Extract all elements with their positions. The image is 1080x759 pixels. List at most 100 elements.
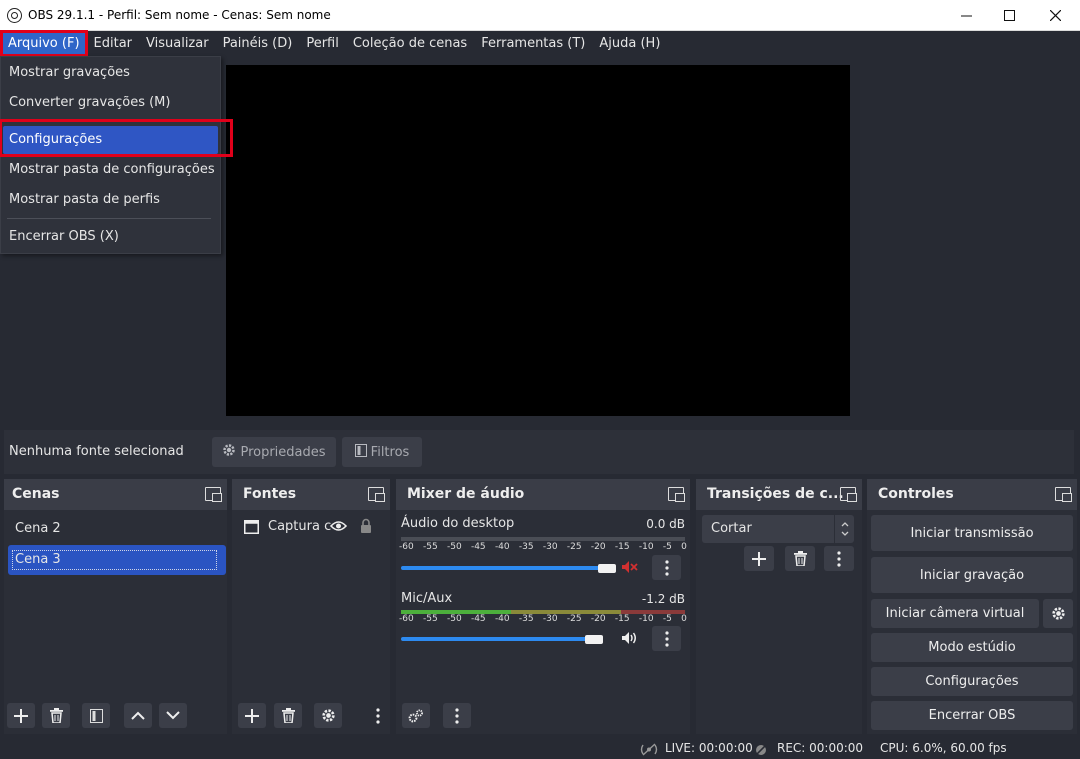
menu-bar: Arquivo (F) Editar Visualizar Painéis (D… xyxy=(0,30,1080,57)
transition-select[interactable]: Cortar xyxy=(702,515,854,543)
scene-item[interactable]: Cena 2 xyxy=(8,514,226,544)
audio-mixer-dock: Mixer de áudio Áudio do desktop 0.0 dB -… xyxy=(396,479,690,734)
virtual-camera-settings-icon[interactable] xyxy=(1043,599,1073,628)
transitions-title: Transições de c... xyxy=(707,486,844,502)
lock-icon[interactable] xyxy=(360,518,372,537)
move-down-icon[interactable] xyxy=(159,703,187,728)
menu-view[interactable]: Visualizar xyxy=(139,31,216,56)
add-source-icon[interactable] xyxy=(238,703,266,728)
menu-separator xyxy=(7,218,211,219)
title-bar: OBS 29.1.1 - Perfil: Sem nome - Cenas: S… xyxy=(0,0,1080,31)
menu-profile[interactable]: Perfil xyxy=(299,31,346,56)
volume-slider[interactable] xyxy=(401,566,609,570)
scene-label: Cena 3 xyxy=(12,550,217,570)
filter-icon xyxy=(354,443,367,461)
undock-icon[interactable] xyxy=(1055,487,1072,502)
source-label: Captura c xyxy=(268,519,332,534)
menu-show-settings-folder[interactable]: Mostrar pasta de configurações xyxy=(3,156,218,184)
properties-label: Propriedades xyxy=(240,444,326,460)
scene-label: Cena 2 xyxy=(15,521,61,536)
start-recording-button[interactable]: Iniciar gravação xyxy=(871,557,1073,593)
trash-icon[interactable] xyxy=(785,546,815,571)
start-streaming-button[interactable]: Iniciar transmissão xyxy=(871,515,1073,551)
advanced-audio-icon[interactable] xyxy=(402,703,430,728)
channel-name: Áudio do desktop xyxy=(401,516,515,531)
undock-icon[interactable] xyxy=(368,487,385,502)
volume-slider-handle[interactable] xyxy=(598,564,616,573)
preview-canvas[interactable] xyxy=(226,65,850,416)
mixer-title: Mixer de áudio xyxy=(407,486,525,502)
trash-icon[interactable] xyxy=(274,703,302,728)
trash-icon[interactable] xyxy=(42,703,70,728)
close-icon[interactable] xyxy=(1032,0,1078,31)
gear-icon[interactable] xyxy=(314,703,342,728)
volume-slider[interactable] xyxy=(401,637,595,641)
controls-title: Controles xyxy=(878,486,954,502)
window-capture-icon xyxy=(244,520,259,538)
studio-mode-button[interactable]: Modo estúdio xyxy=(871,633,1073,662)
channel-menu-icon[interactable] xyxy=(652,555,681,580)
menu-show-profile-folder[interactable]: Mostrar pasta de perfis xyxy=(3,186,218,214)
status-bar: LIVE: 00:00:00 REC: 00:00:00 CPU: 6.0%, … xyxy=(0,737,1080,759)
volume-slider-handle[interactable] xyxy=(585,635,603,644)
obs-logo-icon xyxy=(7,7,22,23)
eye-icon[interactable] xyxy=(329,520,348,536)
scene-item[interactable]: Cena 3 xyxy=(8,545,226,575)
undock-icon[interactable] xyxy=(840,487,857,502)
undock-icon[interactable] xyxy=(668,487,685,502)
scenes-dock: Cenas Cena 2 Cena 3 xyxy=(4,479,227,734)
menu-file[interactable]: Arquivo (F) xyxy=(0,30,88,57)
settings-button[interactable]: Configurações xyxy=(871,667,1073,696)
scenes-title: Cenas xyxy=(12,486,60,502)
menu-show-recordings[interactable]: Mostrar gravações xyxy=(3,59,218,87)
live-timer: LIVE: 00:00:00 xyxy=(665,741,753,755)
menu-docks[interactable]: Painéis (D) xyxy=(216,31,300,56)
add-scene-icon[interactable] xyxy=(7,703,35,728)
muted-speaker-icon[interactable] xyxy=(621,560,638,578)
sources-dock: Fontes Captura c xyxy=(232,479,390,734)
no-source-label: Nenhuma fonte selecionad xyxy=(9,444,184,459)
menu-edit[interactable]: Editar xyxy=(87,31,140,56)
source-toolbar: Nenhuma fonte selecionad Propriedades Fi… xyxy=(4,430,1074,474)
scene-filters-icon[interactable] xyxy=(82,703,110,728)
start-virtual-camera-button[interactable]: Iniciar câmera virtual xyxy=(871,599,1039,628)
menu-help[interactable]: Ajuda (H) xyxy=(592,31,667,56)
menu-scene-collection[interactable]: Coleção de cenas xyxy=(346,31,474,56)
maximize-icon[interactable] xyxy=(986,0,1032,31)
cpu-fps: CPU: 6.0%, 60.00 fps xyxy=(880,741,1007,755)
channel-name: Mic/Aux xyxy=(401,591,453,606)
speaker-icon[interactable] xyxy=(621,631,638,649)
source-item[interactable]: Captura c xyxy=(232,513,390,541)
add-transition-icon[interactable] xyxy=(744,546,774,571)
controls-dock-header: Controles xyxy=(867,479,1077,510)
stream-signal-icon xyxy=(640,741,658,759)
transitions-dock: Transições de c... Cortar xyxy=(696,479,862,734)
undock-icon[interactable] xyxy=(205,487,222,502)
volume-meter xyxy=(401,537,685,541)
mixer-menu-icon[interactable] xyxy=(443,703,471,728)
file-menu-dropdown: Mostrar gravações Converter gravações (M… xyxy=(0,56,221,254)
menu-remux-recordings[interactable]: Converter gravações (M) xyxy=(3,89,218,117)
window-title: OBS 29.1.1 - Perfil: Sem nome - Cenas: S… xyxy=(28,8,331,22)
minimize-icon[interactable] xyxy=(943,0,989,31)
transition-selected: Cortar xyxy=(711,521,752,536)
channel-db: -1.2 dB xyxy=(641,592,685,606)
filters-label: Filtros xyxy=(370,444,410,460)
sources-title: Fontes xyxy=(243,486,297,502)
chevron-updown-icon xyxy=(834,515,854,543)
filters-button[interactable]: Filtros xyxy=(342,437,422,467)
scenes-dock-header: Cenas xyxy=(4,479,227,510)
menu-separator xyxy=(7,120,211,121)
move-up-icon[interactable] xyxy=(124,703,152,728)
rec-timer: REC: 00:00:00 xyxy=(777,741,864,755)
channel-menu-icon[interactable] xyxy=(652,626,681,651)
more-options-icon[interactable] xyxy=(376,708,380,728)
menu-exit[interactable]: Encerrar OBS (X) xyxy=(3,223,218,251)
gear-icon xyxy=(222,443,236,461)
properties-button[interactable]: Propriedades xyxy=(212,437,336,467)
menu-settings[interactable]: Configurações xyxy=(3,126,218,154)
transition-menu-icon[interactable] xyxy=(824,546,854,571)
menu-tools[interactable]: Ferramentas (T) xyxy=(474,31,592,56)
mixer-dock-header: Mixer de áudio xyxy=(396,479,690,510)
exit-button[interactable]: Encerrar OBS xyxy=(871,701,1073,730)
